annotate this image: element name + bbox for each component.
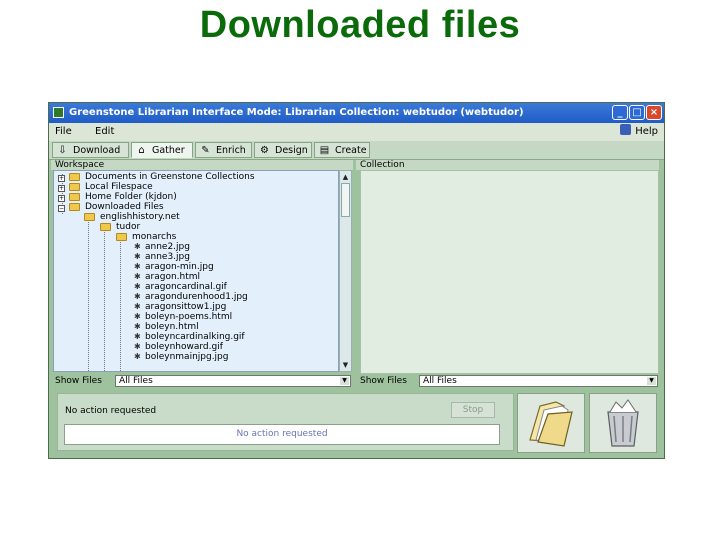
folder-open-icon	[84, 213, 95, 221]
tab-download[interactable]: ⇩ Download	[52, 142, 129, 158]
workspace-tree[interactable]: + Documents in Greenstone Collections + …	[53, 170, 339, 372]
expand-icon[interactable]: +	[58, 195, 65, 202]
maximize-button[interactable]: □	[629, 105, 645, 120]
scroll-up-icon[interactable]: ▲	[341, 172, 350, 182]
scroll-down-icon[interactable]: ▼	[341, 360, 350, 370]
file-icon: ✱	[134, 262, 141, 271]
window-title: Greenstone Librarian Interface Mode: Lib…	[69, 107, 524, 118]
tree-item[interactable]: monarchs	[132, 232, 176, 242]
menu-help[interactable]: Help	[620, 123, 658, 141]
collection-show-files-label: Show Files	[360, 376, 407, 386]
slide-title: Downloaded files	[199, 4, 521, 46]
tree-item[interactable]: aragoncardinal.gif	[145, 282, 227, 292]
file-icon: ✱	[134, 282, 141, 291]
file-icon: ✱	[134, 302, 141, 311]
create-icon: ▤	[319, 145, 330, 156]
folder-icon	[69, 193, 80, 201]
open-folder-button[interactable]	[517, 393, 585, 453]
tree-item[interactable]: aragondurenhood1.jpg	[145, 292, 248, 302]
tree-guide	[104, 225, 105, 371]
collection-header: Collection	[356, 160, 659, 170]
collection-file-filter-value: All Files	[423, 376, 457, 386]
status-message: No action requested	[65, 406, 157, 416]
menu-file[interactable]: File	[55, 123, 72, 141]
gather-icon: ⌂	[138, 145, 145, 156]
tree-item[interactable]: boleyn.html	[145, 322, 199, 332]
tab-enrich[interactable]: ✎ Enrich	[195, 142, 252, 158]
file-icon: ✱	[134, 312, 141, 321]
expand-icon[interactable]: +	[58, 175, 65, 182]
tab-design[interactable]: ⚙ Design	[254, 142, 312, 158]
open-folder-icon	[529, 401, 573, 447]
folder-open-icon	[100, 223, 111, 231]
menu-help-label: Help	[635, 126, 658, 137]
folder-open-icon	[116, 233, 127, 241]
expand-icon[interactable]: +	[58, 185, 65, 192]
status-panel: No action requested Stop No action reque…	[57, 393, 514, 451]
tree-item[interactable]: englishhistory.net	[100, 212, 180, 222]
file-icon: ✱	[134, 292, 141, 301]
chevron-down-icon[interactable]: ▼	[647, 377, 656, 385]
tab-bar: ⇩ Download ⌂ Gather ✎ Enrich ⚙ Design ▤ …	[49, 141, 664, 160]
tree-item[interactable]: Home Folder (kjdon)	[85, 192, 177, 202]
tree-item[interactable]: anne3.jpg	[145, 252, 190, 262]
tab-enrich-label: Enrich	[216, 145, 246, 156]
file-icon: ✱	[134, 332, 141, 341]
trash-bin-icon	[607, 399, 639, 447]
design-gear-icon: ⚙	[260, 145, 269, 156]
tree-guide	[120, 235, 121, 371]
tree-item[interactable]: aragon.html	[145, 272, 200, 282]
tree-item[interactable]: boleyncardinalking.gif	[145, 332, 245, 342]
collapse-icon[interactable]: −	[58, 205, 65, 212]
progress-bar: No action requested	[64, 424, 500, 445]
tree-item[interactable]: Local Filespace	[85, 182, 153, 192]
file-icon: ✱	[134, 342, 141, 351]
close-button[interactable]: ×	[646, 105, 662, 120]
workspace-file-filter-select[interactable]: All Files ▼	[115, 375, 351, 387]
window-titlebar[interactable]: Greenstone Librarian Interface Mode: Lib…	[49, 103, 664, 123]
chevron-down-icon[interactable]: ▼	[340, 377, 349, 385]
minimize-button[interactable]: _	[612, 105, 628, 120]
greenstone-app-icon	[53, 107, 64, 118]
tree-item[interactable]: aragon-min.jpg	[145, 262, 214, 272]
workspace-header: Workspace	[51, 160, 353, 170]
tree-guide	[88, 215, 89, 371]
trash-button[interactable]	[589, 393, 657, 453]
file-icon: ✱	[134, 352, 141, 361]
folder-open-icon	[69, 203, 80, 211]
scroll-thumb[interactable]	[341, 183, 350, 217]
tree-item[interactable]: Downloaded Files	[85, 202, 164, 212]
tree-item[interactable]: Documents in Greenstone Collections	[85, 172, 255, 182]
file-icon: ✱	[134, 322, 141, 331]
tree-item[interactable]: boleynmainjpg.jpg	[145, 352, 229, 362]
tab-download-label: Download	[73, 145, 121, 156]
tab-design-label: Design	[275, 145, 308, 156]
stop-button[interactable]: Stop	[451, 402, 495, 418]
librarian-window: Greenstone Librarian Interface Mode: Lib…	[48, 102, 665, 459]
download-icon: ⇩	[58, 145, 67, 156]
folder-icon	[69, 183, 80, 191]
workspace-file-filter-value: All Files	[119, 376, 153, 386]
tree-item[interactable]: boleyn-poems.html	[145, 312, 232, 322]
tab-create[interactable]: ▤ Create	[314, 142, 370, 158]
help-icon	[620, 124, 632, 135]
tree-item[interactable]: boleynhoward.gif	[145, 342, 223, 352]
menu-edit[interactable]: Edit	[95, 123, 114, 141]
collection-file-filter-select[interactable]: All Files ▼	[419, 375, 658, 387]
collection-tree[interactable]	[360, 170, 659, 374]
menu-bar: File Edit Help	[49, 123, 664, 141]
tab-gather-label: Gather	[152, 145, 185, 156]
file-icon: ✱	[134, 272, 141, 281]
folder-icon	[69, 173, 80, 181]
tree-item[interactable]: tudor	[116, 222, 140, 232]
tree-item[interactable]: anne2.jpg	[145, 242, 190, 252]
file-icon: ✱	[134, 252, 141, 261]
enrich-icon: ✎	[201, 145, 210, 156]
tab-gather[interactable]: ⌂ Gather	[131, 142, 193, 158]
workspace-scrollbar[interactable]: ▲ ▼	[339, 170, 352, 372]
file-icon: ✱	[134, 242, 141, 251]
tree-item[interactable]: aragonsittow1.jpg	[145, 302, 226, 312]
workspace-show-files-label: Show Files	[55, 376, 102, 386]
tab-create-label: Create	[335, 145, 367, 156]
